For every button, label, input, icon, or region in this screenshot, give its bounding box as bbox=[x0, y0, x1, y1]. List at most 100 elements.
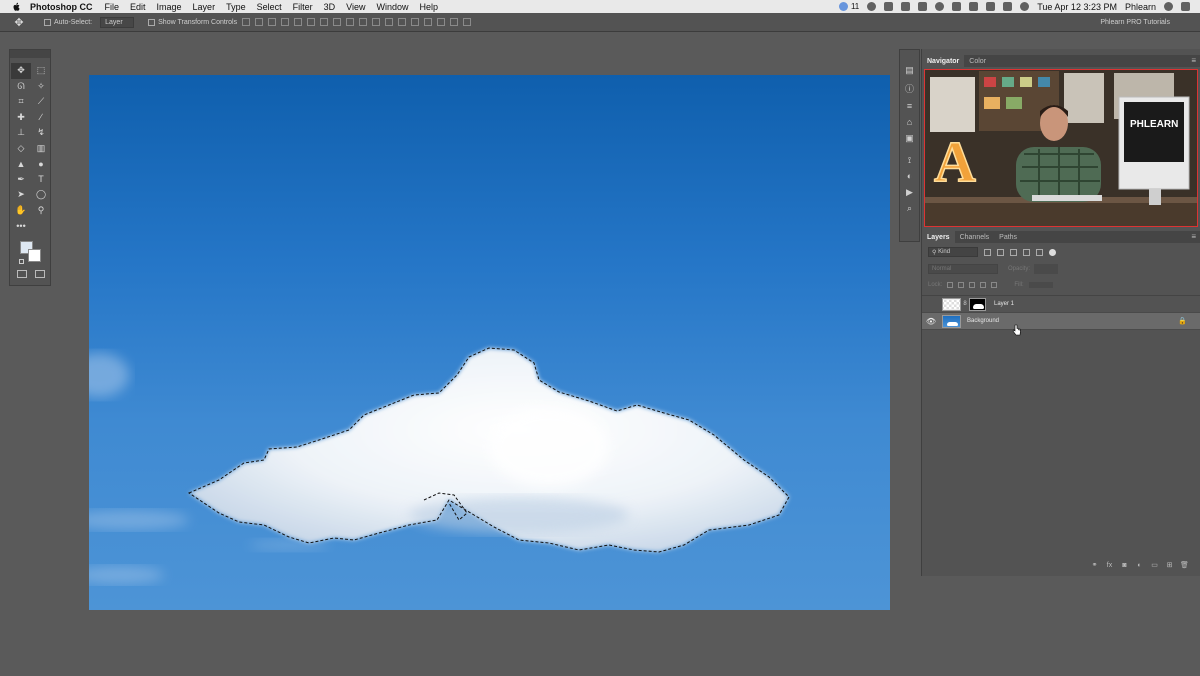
panel-menu-icon[interactable]: ≡ bbox=[1191, 56, 1196, 65]
hand-tool-icon[interactable]: ✋ bbox=[11, 203, 31, 219]
filter-shape-icon[interactable] bbox=[1023, 248, 1030, 256]
layer-1-thumbnail[interactable] bbox=[942, 297, 961, 311]
actions-icon[interactable]: ▶ bbox=[900, 184, 919, 200]
menu-select[interactable]: Select bbox=[257, 2, 282, 12]
tab-layers[interactable]: Layers bbox=[922, 231, 955, 243]
menu-view[interactable]: View bbox=[346, 2, 365, 12]
navigator-preview[interactable]: A PHLEARN bbox=[924, 69, 1198, 227]
new-adjustment-icon[interactable]: ◐ bbox=[1135, 561, 1144, 570]
lock-position-icon[interactable] bbox=[969, 282, 976, 288]
move-tool-preset-icon[interactable]: ✥ bbox=[8, 15, 30, 30]
tab-channels[interactable]: Channels bbox=[955, 231, 995, 243]
ellipse-tool-icon[interactable]: ◯ bbox=[31, 187, 51, 203]
layer-row-background[interactable]: 👁 Background 🔒 bbox=[922, 313, 1200, 330]
notification-icon[interactable] bbox=[838, 2, 848, 11]
3d-pan-icon[interactable] bbox=[450, 18, 459, 26]
lock-pixels-icon[interactable] bbox=[958, 282, 965, 288]
blur-tool-icon[interactable]: ▲ bbox=[11, 156, 31, 172]
sync-icon[interactable] bbox=[935, 2, 945, 11]
tab-color[interactable]: Color bbox=[964, 55, 991, 67]
history-brush-tool-icon[interactable]: ↯ bbox=[31, 125, 51, 141]
menu-image[interactable]: Image bbox=[157, 2, 182, 12]
move-tool-icon[interactable]: ✥ bbox=[11, 63, 31, 79]
zoom-tool-icon[interactable]: ⚲ bbox=[31, 203, 51, 219]
3d-slide-icon[interactable] bbox=[463, 18, 472, 26]
menu-edit[interactable]: Edit bbox=[130, 2, 146, 12]
align-bottom-icon[interactable] bbox=[268, 18, 277, 26]
menu-3d[interactable]: 3D bbox=[324, 2, 336, 12]
document-canvas[interactable] bbox=[89, 75, 890, 610]
visibility-eye-icon[interactable]: 👁 bbox=[922, 317, 940, 326]
evernote-icon[interactable] bbox=[884, 2, 894, 11]
navigator-view-box[interactable] bbox=[924, 69, 1198, 227]
tab-paths[interactable]: Paths bbox=[994, 231, 1022, 243]
lasso-tool-icon[interactable]: ᘏ bbox=[11, 79, 31, 95]
lock-all-icon[interactable] bbox=[991, 282, 998, 288]
user-name[interactable]: Phlearn bbox=[1125, 2, 1156, 12]
brush-tool-icon[interactable]: ∕ bbox=[31, 110, 51, 126]
record-icon[interactable] bbox=[867, 2, 877, 11]
menu-layer[interactable]: Layer bbox=[193, 2, 216, 12]
filter-smartobject-icon[interactable] bbox=[1036, 248, 1043, 256]
lock-artboard-icon[interactable] bbox=[980, 282, 987, 288]
cloud-icon[interactable] bbox=[901, 2, 911, 11]
fill-field[interactable] bbox=[1028, 282, 1053, 288]
filter-adjustment-icon[interactable] bbox=[997, 248, 1004, 256]
3d-roll-icon[interactable] bbox=[437, 18, 446, 26]
background-thumbnail[interactable] bbox=[942, 314, 961, 328]
brushes-icon[interactable]: ⟟ bbox=[900, 152, 919, 168]
lock-transparent-icon[interactable] bbox=[947, 282, 954, 288]
tools-panel-header[interactable] bbox=[10, 50, 50, 58]
libraries-icon[interactable]: ⌂ bbox=[900, 114, 919, 130]
new-layer-icon[interactable]: ⊞ bbox=[1165, 561, 1174, 570]
align-hcenter-icon[interactable] bbox=[294, 18, 303, 26]
path-selection-tool-icon[interactable]: ➤ bbox=[11, 187, 31, 203]
workspace-name[interactable]: Phlearn PRO Tutorials bbox=[1100, 19, 1170, 26]
link-layers-icon[interactable]: ⚭ bbox=[1090, 561, 1099, 570]
distribute-left-icon[interactable] bbox=[359, 18, 368, 26]
menu-help[interactable]: Help bbox=[419, 2, 438, 12]
align-left-icon[interactable] bbox=[281, 18, 290, 26]
marquee-tool-icon[interactable]: ⬚ bbox=[31, 63, 51, 79]
dodge-tool-icon[interactable]: ● bbox=[31, 156, 51, 172]
filter-pixel-icon[interactable] bbox=[984, 248, 991, 256]
layer-name[interactable]: Background bbox=[967, 318, 999, 324]
apple-icon[interactable] bbox=[10, 0, 22, 13]
distribute-bottom-icon[interactable] bbox=[346, 18, 355, 26]
eraser-tool-icon[interactable]: ◇ bbox=[11, 141, 31, 157]
quick-mask-icon[interactable] bbox=[17, 270, 27, 278]
healing-brush-tool-icon[interactable]: ✚ bbox=[11, 110, 31, 126]
layer-name[interactable]: Layer 1 bbox=[994, 301, 1014, 307]
background-color-swatch[interactable] bbox=[28, 249, 41, 262]
align-top-icon[interactable] bbox=[242, 18, 251, 26]
layer-row-layer-1[interactable]: 8 Layer 1 bbox=[922, 296, 1200, 313]
delete-layer-icon[interactable]: 🗑 bbox=[1180, 561, 1189, 570]
crop-tool-icon[interactable]: ⌗ bbox=[11, 94, 31, 110]
styles-icon[interactable]: ◐ bbox=[900, 168, 919, 184]
properties-icon[interactable]: ≡ bbox=[900, 98, 919, 114]
auto-select-dropdown[interactable]: Layer bbox=[100, 16, 135, 28]
adjustments-icon[interactable]: ▣ bbox=[900, 130, 919, 146]
layer-lock-icon[interactable]: 🔒 bbox=[1178, 317, 1187, 325]
new-group-icon[interactable]: ▭ bbox=[1150, 561, 1159, 570]
info-icon[interactable]: ⓘ bbox=[900, 80, 919, 96]
opacity-field[interactable] bbox=[1034, 264, 1059, 274]
notification-center-icon[interactable] bbox=[1181, 2, 1190, 11]
filter-type-icon[interactable] bbox=[1010, 248, 1017, 256]
filter-toggle-icon[interactable] bbox=[1049, 248, 1056, 256]
volume-icon[interactable] bbox=[1003, 2, 1013, 11]
mask-link-icon[interactable]: 8 bbox=[961, 301, 969, 307]
app-name-menu[interactable]: Photoshop CC bbox=[30, 2, 93, 12]
clone-stamp-tool-icon[interactable]: ⊥ bbox=[11, 125, 31, 141]
histogram-icon[interactable]: ▤ bbox=[900, 62, 919, 78]
more-tools-icon[interactable]: ••• bbox=[11, 218, 31, 234]
layer-1-mask-thumbnail[interactable] bbox=[969, 297, 986, 311]
distribute-vcenter-icon[interactable] bbox=[333, 18, 342, 26]
clock[interactable]: Tue Apr 12 3:23 PM bbox=[1037, 2, 1117, 12]
add-mask-icon[interactable]: ◙ bbox=[1120, 561, 1129, 570]
eyedropper-tool-icon[interactable]: ⟋ bbox=[31, 94, 51, 110]
gradient-tool-icon[interactable]: ▥ bbox=[31, 141, 51, 157]
default-colors-icon[interactable] bbox=[19, 259, 24, 264]
wifi-icon[interactable] bbox=[1020, 2, 1030, 11]
type-tool-icon[interactable]: T bbox=[31, 172, 51, 188]
